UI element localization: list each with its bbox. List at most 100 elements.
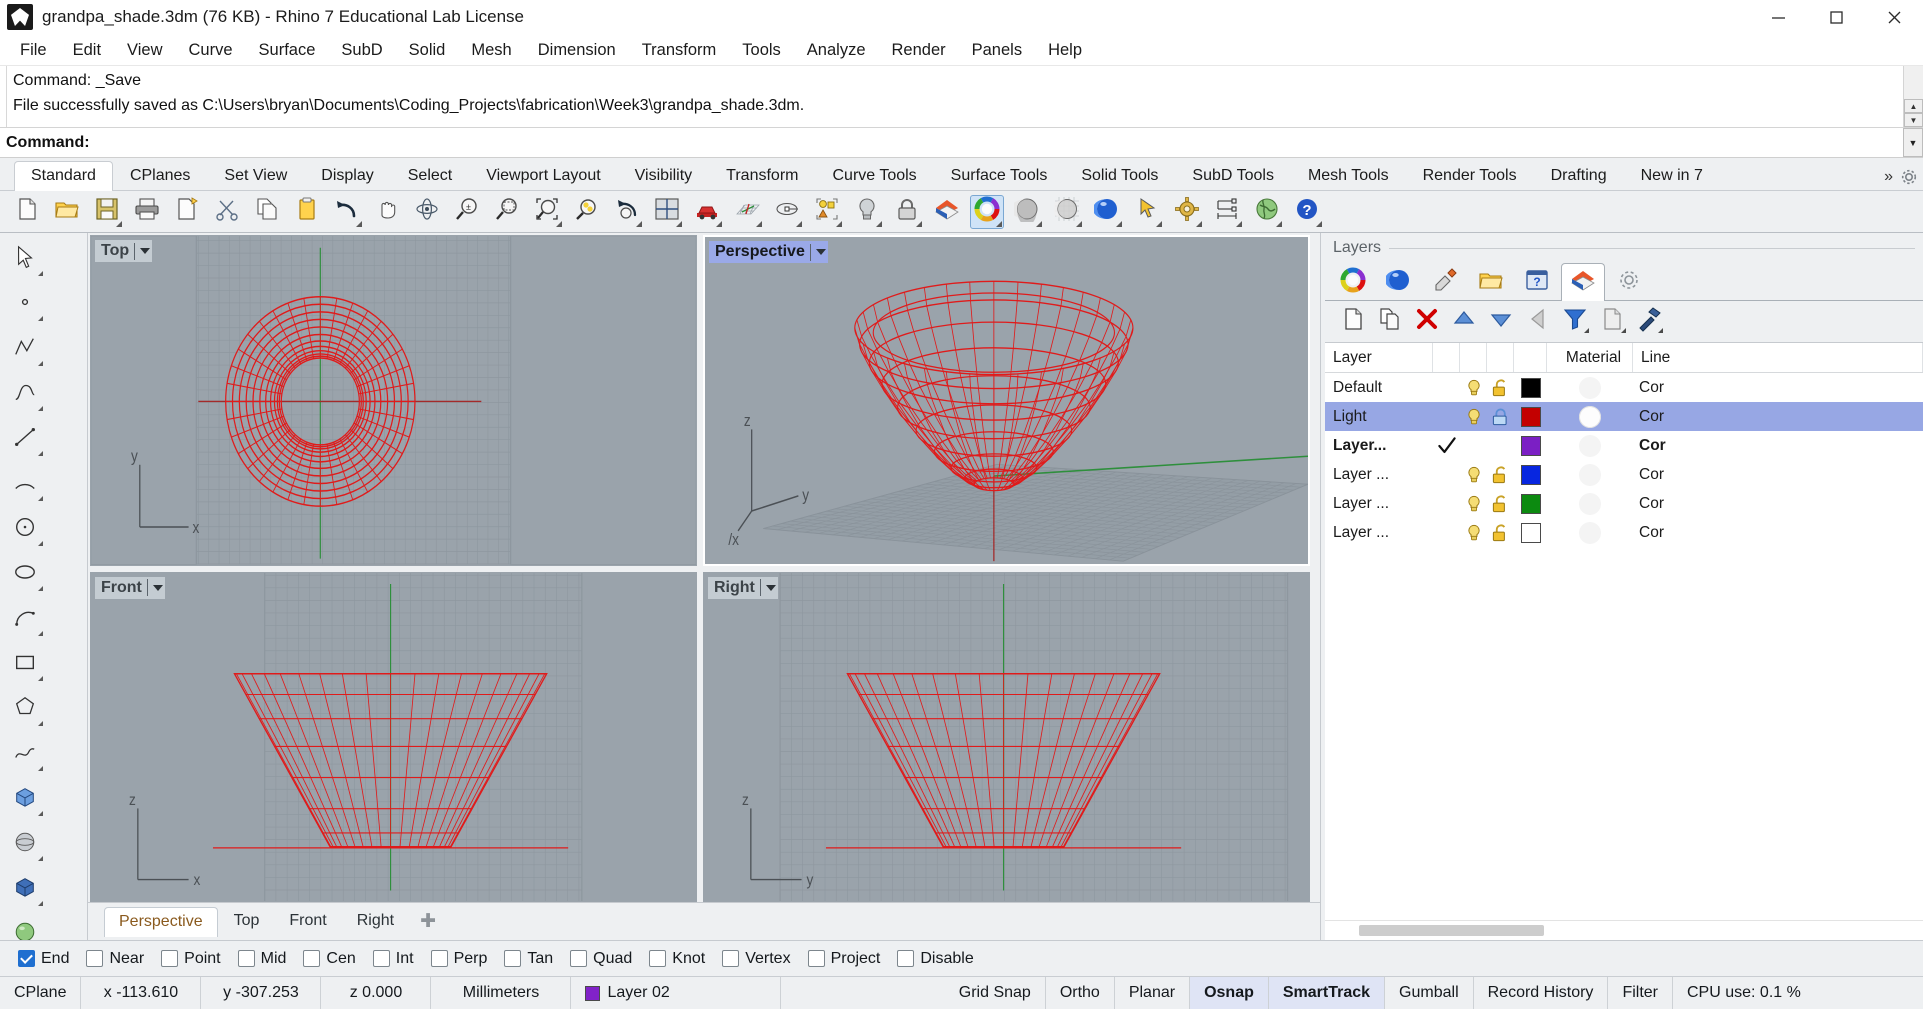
sphere-tool[interactable] [4, 822, 46, 866]
command-input[interactable] [89, 128, 1903, 157]
status-units[interactable]: Millimeters [431, 977, 572, 1009]
layer-name[interactable]: Layer ... [1325, 466, 1433, 484]
column-header-current[interactable] [1433, 343, 1460, 372]
viewport-tab-top[interactable]: Top [220, 907, 274, 936]
viewport-right[interactable]: z y Right [703, 571, 1310, 902]
maximize-button[interactable] [1807, 0, 1865, 34]
command-scrollbar[interactable]: ▲ ▼ [1903, 66, 1923, 127]
select-tool[interactable] [4, 237, 46, 281]
flyout-corner-icon[interactable] [916, 220, 922, 227]
box-tool[interactable] [4, 777, 46, 821]
toolbar-tab-mesh-tools[interactable]: Mesh Tools [1291, 161, 1406, 191]
flyout-corner-icon[interactable] [38, 406, 43, 411]
flyout-corner-icon[interactable] [38, 856, 43, 861]
menu-item-file[interactable]: File [7, 38, 60, 63]
layer-name[interactable]: Light [1325, 408, 1433, 426]
move-layer-out-button[interactable] [1524, 308, 1552, 336]
web-help-button[interactable] [1250, 195, 1284, 229]
toolbar-tab-visibility[interactable]: Visibility [618, 161, 710, 191]
column-header-material[interactable]: Material [1547, 343, 1633, 372]
osnap-point[interactable]: Point [157, 948, 231, 970]
layer-sheet-button[interactable] [1598, 308, 1626, 336]
help-button[interactable]: ? [1290, 195, 1324, 229]
layer-name[interactable]: Layer... [1325, 437, 1433, 455]
menu-item-analyze[interactable]: Analyze [794, 38, 879, 63]
column-header-color[interactable] [1514, 343, 1547, 372]
layer-color-swatch[interactable] [1514, 406, 1547, 427]
layer-lock-closed-icon[interactable] [1487, 406, 1514, 428]
layer-linetype[interactable]: Cor [1633, 437, 1923, 455]
flyout-corner-icon[interactable] [556, 220, 562, 227]
flyout-corner-icon[interactable] [876, 220, 882, 227]
viewport-tab-right[interactable]: Right [343, 907, 408, 936]
layer-material-cell[interactable] [1547, 521, 1633, 544]
layer-lock-open-icon[interactable] [1487, 464, 1514, 486]
zoom-window-button[interactable] [490, 195, 524, 229]
chevron-down-icon[interactable] [815, 249, 826, 255]
options-button[interactable] [1170, 195, 1204, 229]
panel-tab-properties[interactable] [1331, 264, 1375, 300]
status-toggle-planar[interactable]: Planar [1115, 977, 1191, 1009]
scroll-down-arrow[interactable]: ▼ [1904, 113, 1923, 127]
status-toggle-smarttrack[interactable]: SmartTrack [1268, 977, 1386, 1009]
layer-visibility-lightbulb-icon[interactable] [1460, 464, 1487, 486]
osnap-end[interactable]: End [14, 948, 80, 970]
layer-row[interactable]: Layer ... Cor [1325, 489, 1923, 518]
solid-sphere-tool[interactable] [4, 912, 46, 940]
layers-button[interactable] [930, 195, 964, 229]
zoom-dynamic-button[interactable]: ± [450, 195, 484, 229]
osnap-mid[interactable]: Mid [234, 948, 298, 970]
checkbox-icon[interactable] [18, 950, 35, 967]
checkbox-icon[interactable] [649, 950, 667, 967]
delete-layer-button[interactable] [1413, 308, 1441, 336]
rendered-view-button[interactable] [1090, 195, 1124, 229]
curve-tool[interactable] [4, 372, 46, 416]
filter-button[interactable] [1561, 308, 1589, 336]
checkbox-icon[interactable] [372, 950, 390, 967]
status-toggle-filter[interactable]: Filter [1608, 977, 1673, 1009]
osnap-perp[interactable]: Perp [427, 948, 499, 970]
copy-button[interactable] [250, 195, 284, 229]
flyout-corner-icon[interactable] [38, 811, 43, 816]
layer-name[interactable]: Default [1325, 379, 1433, 397]
flyout-corner-icon[interactable] [716, 220, 722, 227]
menu-item-help[interactable]: Help [1035, 38, 1095, 63]
flyout-corner-icon[interactable] [836, 220, 842, 227]
toolbar-tab-subd-tools[interactable]: SubD Tools [1175, 161, 1291, 191]
layer-color-swatch[interactable] [1514, 493, 1547, 514]
flyout-corner-icon[interactable] [38, 721, 43, 726]
polyline-tool[interactable] [4, 327, 46, 371]
layers-horizontal-scrollbar[interactable] [1325, 920, 1923, 940]
zoom-selected-button[interactable] [570, 195, 604, 229]
ghosted-view-button[interactable] [1050, 195, 1084, 229]
undo-view-button[interactable] [610, 195, 644, 229]
toolbar-tab-curve-tools[interactable]: Curve Tools [815, 161, 933, 191]
menu-item-solid[interactable]: Solid [396, 38, 459, 63]
layer-visibility-lightbulb-icon[interactable] [1460, 522, 1487, 544]
dimension-button[interactable] [1210, 195, 1244, 229]
panel-tab-layers[interactable] [1561, 263, 1605, 301]
shaded-view-button[interactable] [1010, 195, 1044, 229]
minimize-button[interactable] [1749, 0, 1807, 34]
close-button[interactable] [1865, 0, 1923, 34]
status-toggle-gumball[interactable]: Gumball [1385, 977, 1474, 1009]
save-button[interactable] [90, 195, 124, 229]
select-tool-button[interactable] [1130, 195, 1164, 229]
osnap-cen[interactable]: Cen [299, 948, 366, 970]
panel-tab-files[interactable] [1469, 264, 1513, 300]
layer-linetype[interactable]: Cor [1633, 379, 1923, 397]
flyout-corner-icon[interactable] [1316, 220, 1322, 227]
flyout-corner-icon[interactable] [1236, 220, 1242, 227]
chevron-down-icon[interactable] [140, 248, 151, 254]
toolbar-tab-select[interactable]: Select [391, 161, 469, 191]
layer-linetype[interactable]: Cor [1633, 524, 1923, 542]
column-header-layer[interactable]: Layer [1325, 343, 1433, 372]
layer-linetype[interactable]: Cor [1633, 466, 1923, 484]
layer-lock-open-icon[interactable] [1487, 522, 1514, 544]
panel-tab-settings[interactable] [1607, 264, 1651, 300]
circle-tool[interactable] [4, 507, 46, 551]
layer-lock-open-icon[interactable] [1487, 493, 1514, 515]
flyout-corner-icon[interactable] [356, 220, 362, 227]
lock-button[interactable] [890, 195, 924, 229]
menu-item-edit[interactable]: Edit [60, 38, 114, 63]
